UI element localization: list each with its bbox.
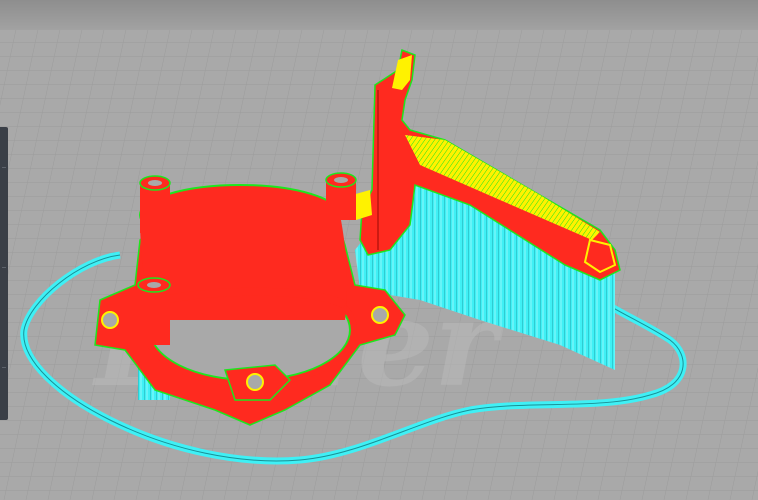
panel-handle-icon[interactable] [2,267,6,268]
layer-preview-canvas[interactable]: Ender [0,0,758,500]
side-tool-panel[interactable] [0,127,8,420]
slicer-preview-viewport[interactable]: Ender [0,0,758,500]
panel-handle-icon[interactable] [2,367,6,368]
panel-handle-icon[interactable] [2,167,6,168]
